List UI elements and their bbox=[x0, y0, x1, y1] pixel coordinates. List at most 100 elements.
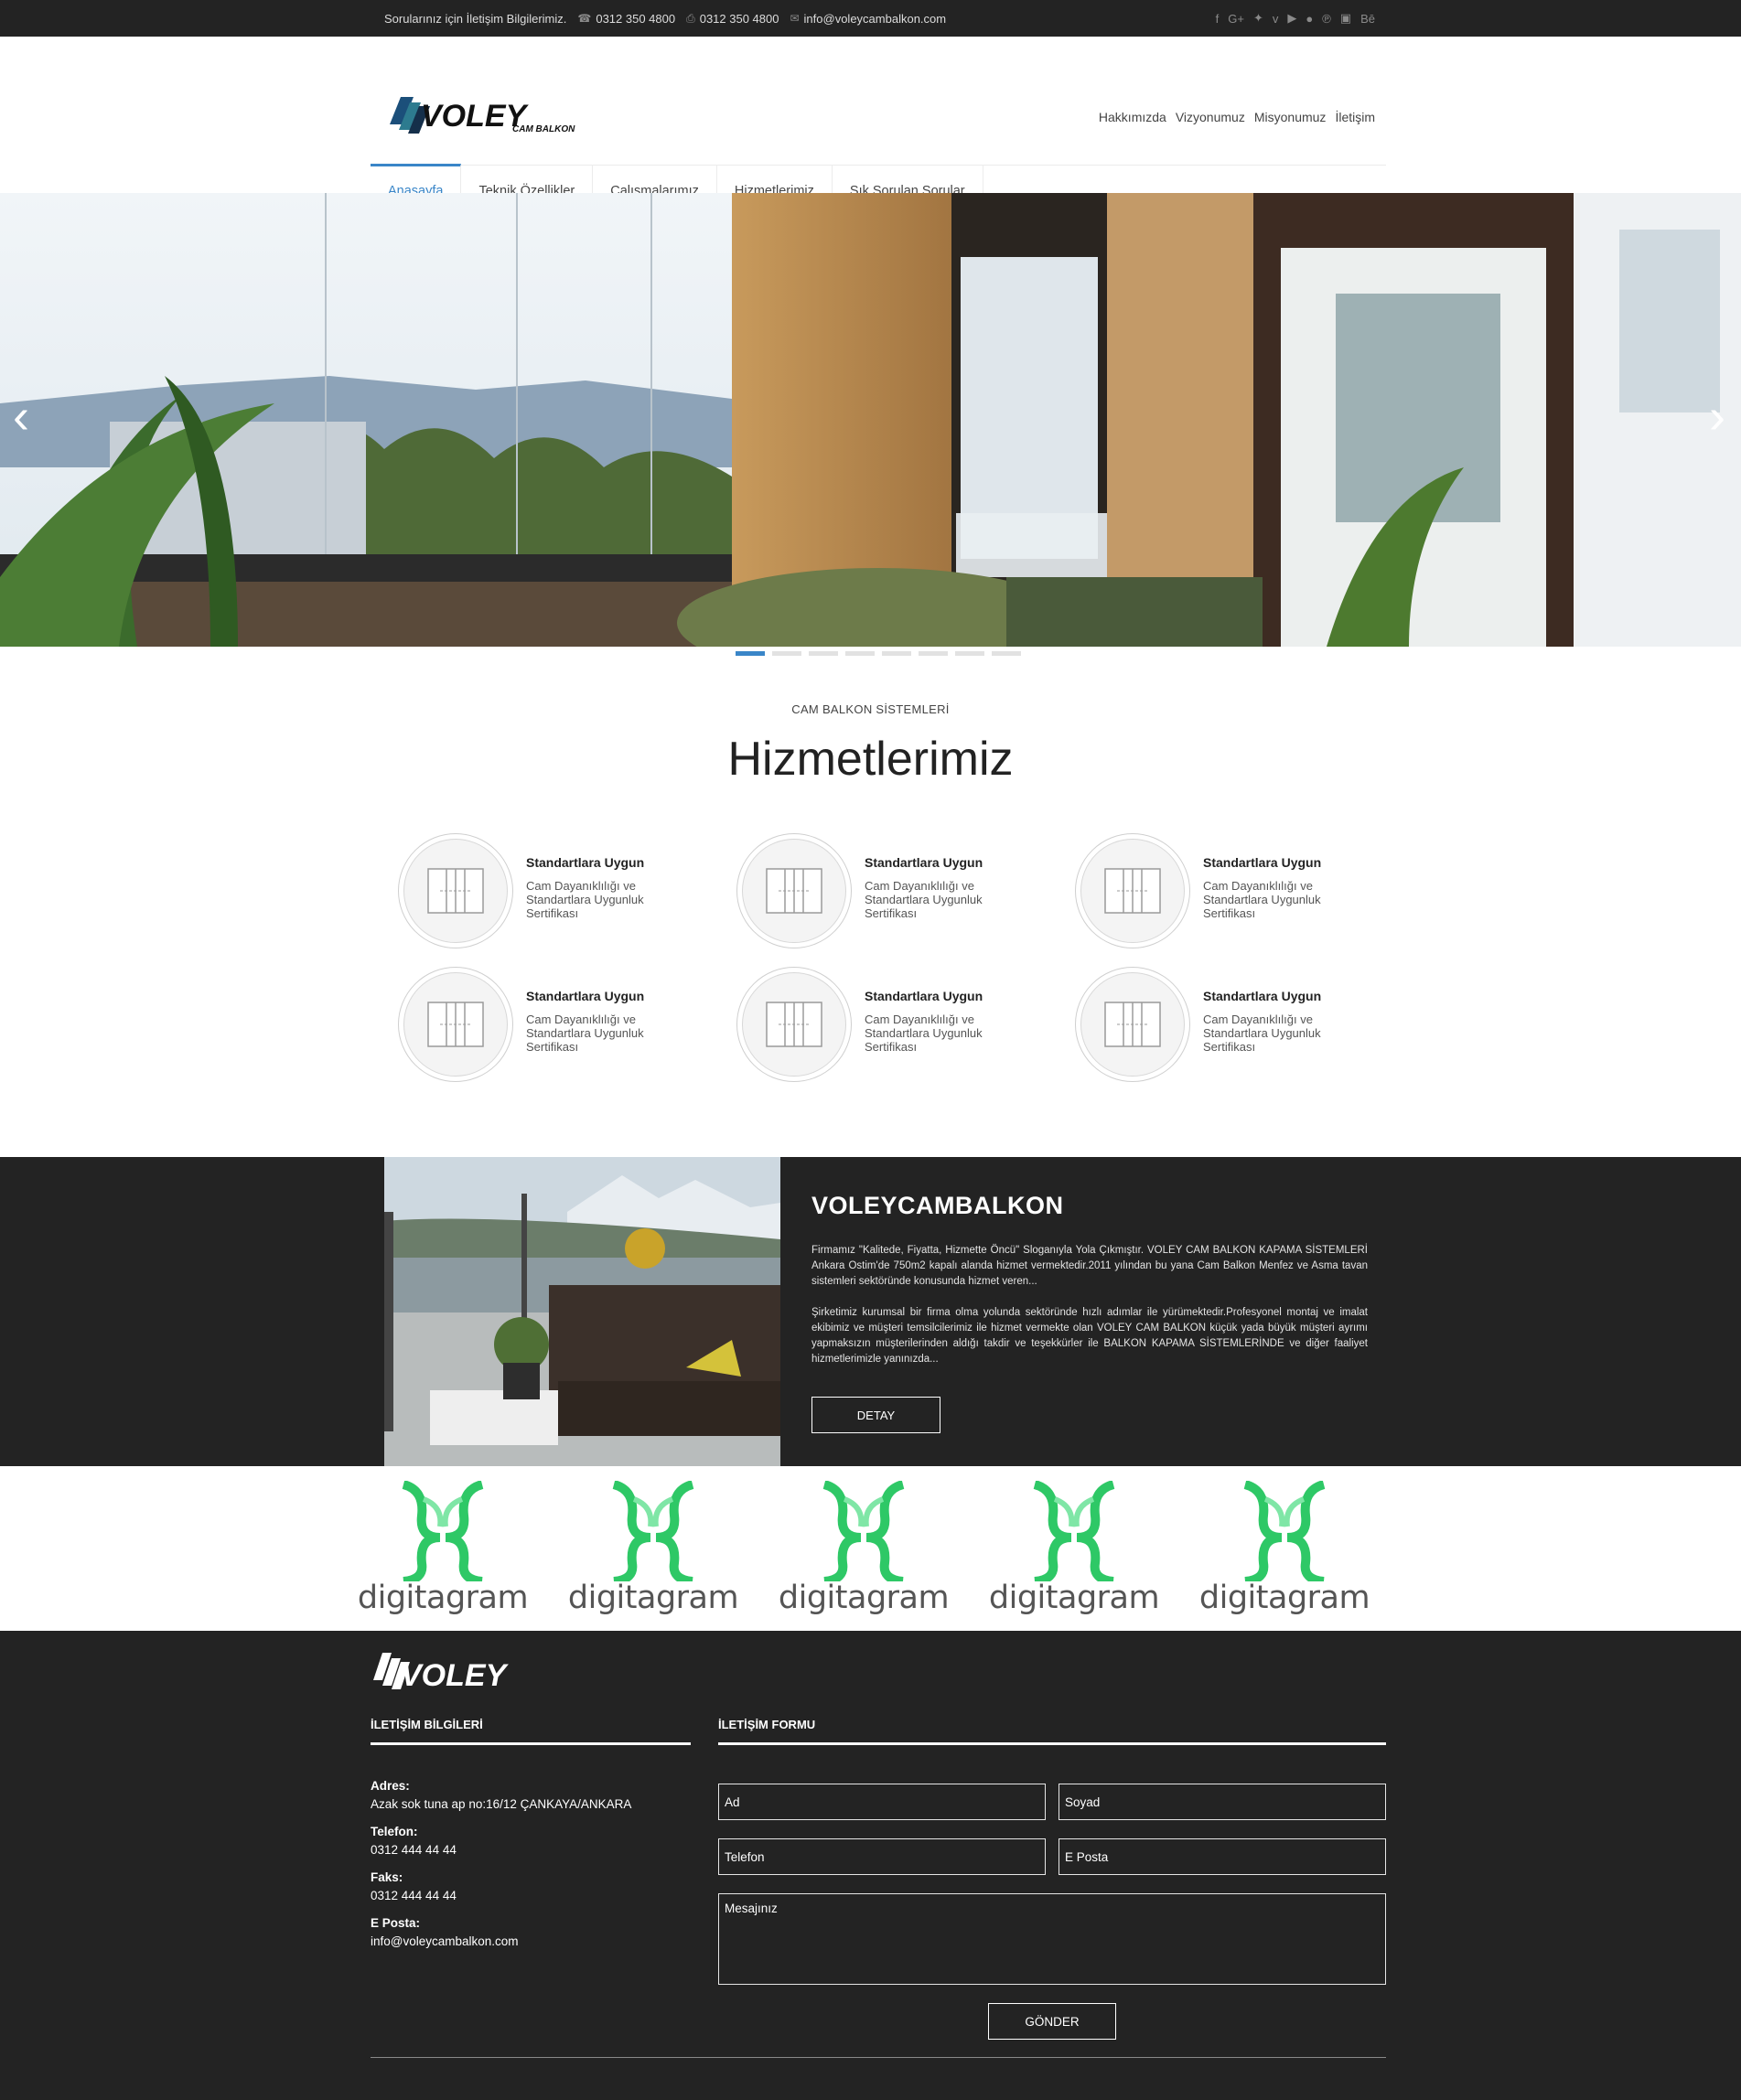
sliding-window-icon bbox=[427, 1002, 484, 1047]
slider-dot[interactable] bbox=[992, 651, 1021, 656]
digitagram-logo-icon bbox=[1033, 1480, 1115, 1586]
service-title: Standartlara Uygun bbox=[1203, 989, 1322, 1003]
slider-dot[interactable] bbox=[882, 651, 911, 656]
service-desc: Cam Dayanıklılığı ve Standartlara Uygunl… bbox=[865, 1012, 983, 1054]
hero-slider: ‹ › bbox=[0, 193, 1741, 647]
instagram-icon[interactable]: ▣ bbox=[1340, 11, 1351, 26]
service-card[interactable]: Standartlara Uygun Cam Dayanıklılığı ve … bbox=[736, 833, 1038, 952]
service-card[interactable]: Standartlara Uygun Cam Dayanıklılığı ve … bbox=[736, 967, 1038, 1086]
last-name-field[interactable]: Soyad bbox=[1059, 1784, 1386, 1820]
top-navigation: Hakkımızda Vizyonumuz Misyonumuz İletişi… bbox=[1099, 110, 1375, 124]
address-label: Adres: bbox=[371, 1779, 410, 1793]
about-paragraph-1: Firmamız "Kalitede, Fiyatta, Hizmette Ön… bbox=[811, 1245, 1368, 1287]
email-field[interactable]: E Posta bbox=[1059, 1838, 1386, 1875]
first-name-field[interactable]: Ad bbox=[718, 1784, 1046, 1820]
sliding-window-icon bbox=[766, 1002, 822, 1047]
footer-brand: VOLEY bbox=[401, 1658, 510, 1693]
service-card[interactable]: Standartlara Uygun Cam Dayanıklılığı ve … bbox=[1075, 833, 1377, 952]
youtube-icon[interactable]: ▶ bbox=[1287, 11, 1296, 26]
slider-dot[interactable] bbox=[736, 651, 765, 656]
about-section: VOLEYCAMBALKON Firmamız "Kalitede, Fiyat… bbox=[0, 1157, 1741, 1466]
contact-details: Adres: Azak sok tuna ap no:16/12 ÇANKAYA… bbox=[371, 1777, 631, 1960]
top-email[interactable]: info@voleycambalkon.com bbox=[804, 12, 947, 26]
partner-logo[interactable]: digitagram bbox=[566, 1480, 740, 1618]
contact-heading-underline bbox=[371, 1742, 691, 1745]
service-title: Standartlara Uygun bbox=[865, 855, 983, 870]
nav-mission[interactable]: Misyonumuz bbox=[1254, 110, 1327, 124]
nav-about[interactable]: Hakkımızda bbox=[1099, 110, 1166, 124]
slider-dots bbox=[736, 651, 1021, 656]
digitagram-logo-icon bbox=[822, 1480, 905, 1586]
slider-dot[interactable] bbox=[772, 651, 801, 656]
partner-logo[interactable]: digitagram bbox=[356, 1480, 530, 1618]
hero-image bbox=[0, 193, 1741, 647]
service-card[interactable]: Standartlara Uygun Cam Dayanıklılığı ve … bbox=[398, 967, 700, 1086]
slider-dot[interactable] bbox=[919, 651, 948, 656]
fax-label: Faks: bbox=[371, 1870, 403, 1884]
facebook-icon[interactable]: f bbox=[1216, 12, 1220, 26]
flickr-icon[interactable]: ● bbox=[1306, 12, 1313, 26]
site-header: VOLEY CAM BALKON Hakkımızda Vizyonumuz M… bbox=[0, 37, 1741, 216]
services-title: Hizmetlerimiz bbox=[727, 733, 1014, 786]
about-text: Firmamız "Kalitede, Fiyatta, Hizmette Ön… bbox=[811, 1243, 1368, 1367]
service-card[interactable]: Standartlara Uygun Cam Dayanıklılığı ve … bbox=[398, 833, 700, 952]
form-heading-underline bbox=[718, 1742, 1386, 1745]
site-logo[interactable]: VOLEY CAM BALKON bbox=[384, 90, 576, 139]
service-desc: Cam Dayanıklılığı ve Standartlara Uygunl… bbox=[865, 879, 983, 920]
message-field[interactable]: Mesajınız bbox=[718, 1893, 1386, 1985]
service-title: Standartlara Uygun bbox=[865, 989, 983, 1003]
service-card[interactable]: Standartlara Uygun Cam Dayanıklılığı ve … bbox=[1075, 967, 1377, 1086]
service-desc: Cam Dayanıklılığı ve Standartlara Uygunl… bbox=[1203, 879, 1321, 920]
contact-heading: İLETİŞİM BİLGİLERİ bbox=[371, 1718, 483, 1731]
services-subtitle: CAM BALKON SİSTEMLERİ bbox=[791, 702, 950, 716]
service-title: Standartlara Uygun bbox=[1203, 855, 1322, 870]
sliding-window-icon bbox=[766, 868, 822, 914]
partner-logo[interactable]: digitagram bbox=[987, 1480, 1161, 1618]
phone-label: Telefon: bbox=[371, 1825, 418, 1838]
nav-vision[interactable]: Vizyonumuz bbox=[1176, 110, 1245, 124]
pinterest-icon[interactable]: ℗ bbox=[1322, 12, 1331, 26]
slider-prev-arrow[interactable]: ‹ bbox=[13, 391, 29, 441]
sliding-window-icon bbox=[1104, 1002, 1161, 1047]
behance-icon[interactable]: Bē bbox=[1360, 12, 1375, 26]
sliding-window-icon bbox=[1104, 868, 1161, 914]
about-title: VOLEYCAMBALKON bbox=[811, 1192, 1064, 1219]
digitagram-logo-icon bbox=[1243, 1480, 1326, 1586]
partners-strip: digitagram digitagram digitagram digitag… bbox=[0, 1466, 1741, 1631]
partner-name: digitagram bbox=[1198, 1580, 1370, 1616]
email-value[interactable]: info@voleycambalkon.com bbox=[371, 1933, 631, 1951]
google-plus-icon[interactable]: G+ bbox=[1228, 12, 1244, 26]
footer-divider bbox=[371, 2057, 1386, 2058]
digitagram-logo-icon bbox=[612, 1480, 694, 1586]
service-desc: Cam Dayanıklılığı ve Standartlara Uygunl… bbox=[526, 1012, 644, 1054]
partner-name: digitagram bbox=[357, 1580, 529, 1616]
vimeo-icon[interactable]: v bbox=[1273, 12, 1279, 26]
phone-icon: ☎ bbox=[577, 12, 592, 25]
service-title: Standartlara Uygun bbox=[526, 855, 645, 870]
twitter-icon[interactable]: ✦ bbox=[1253, 11, 1263, 26]
footer-logo[interactable]: VOLEY bbox=[370, 1647, 516, 1693]
slider-dot[interactable] bbox=[845, 651, 875, 656]
partner-logo[interactable]: digitagram bbox=[777, 1480, 951, 1618]
service-desc: Cam Dayanıklılığı ve Standartlara Uygunl… bbox=[526, 879, 644, 920]
service-desc: Cam Dayanıklılığı ve Standartlara Uygunl… bbox=[1203, 1012, 1321, 1054]
slider-dot[interactable] bbox=[955, 651, 984, 656]
slider-next-arrow[interactable]: › bbox=[1709, 391, 1725, 441]
top-fax: 0312 350 4800 bbox=[699, 11, 779, 26]
submit-button[interactable]: GÖNDER bbox=[988, 2003, 1116, 2040]
partner-logo[interactable]: digitagram bbox=[1198, 1480, 1371, 1618]
digitagram-logo-icon bbox=[402, 1480, 484, 1586]
contact-prompt: Sorularınız için İletişim Bilgilerimiz. bbox=[384, 11, 567, 26]
slider-dot[interactable] bbox=[809, 651, 838, 656]
contact-info-bar: Sorularınız için İletişim Bilgilerimiz. … bbox=[384, 0, 946, 37]
phone-field[interactable]: Telefon bbox=[718, 1838, 1046, 1875]
about-image bbox=[384, 1157, 780, 1466]
fax-value: 0312 444 44 44 bbox=[371, 1889, 457, 1902]
phone-value[interactable]: 0312 444 44 44 bbox=[371, 1841, 631, 1859]
top-phone[interactable]: 0312 350 4800 bbox=[596, 12, 675, 26]
detail-button[interactable]: DETAY bbox=[811, 1397, 940, 1433]
logo-sub: CAM BALKON bbox=[512, 124, 575, 134]
service-title: Standartlara Uygun bbox=[526, 989, 645, 1003]
email-label: E Posta: bbox=[371, 1916, 421, 1930]
nav-contact[interactable]: İletişim bbox=[1335, 110, 1375, 124]
